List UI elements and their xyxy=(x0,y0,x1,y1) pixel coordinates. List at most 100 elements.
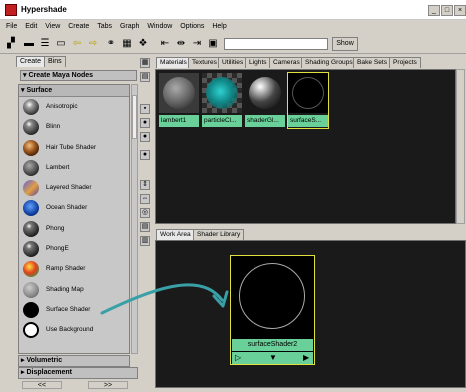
list-item[interactable]: Blinn xyxy=(19,117,129,137)
node-label: Surface Shader xyxy=(46,305,91,313)
list-item[interactable]: Lambert xyxy=(19,158,129,178)
tab-create[interactable]: Create xyxy=(16,56,46,67)
menu-window[interactable]: Window xyxy=(147,21,172,33)
list-item[interactable]: Surface Shader xyxy=(19,300,129,320)
menu-bar: File Edit View Create Tabs Graph Window … xyxy=(0,21,466,33)
material-caption: lambert1 xyxy=(159,115,199,127)
strip-icon[interactable]: ● xyxy=(140,118,150,128)
list-item[interactable]: Ramp Shader xyxy=(19,259,129,279)
tab-cameras[interactable]: Cameras xyxy=(269,57,304,68)
tab-shading-groups[interactable]: Shading Groups xyxy=(301,57,357,68)
layout-split-icon[interactable]: ☰ xyxy=(38,37,52,51)
material-swatch xyxy=(159,73,199,113)
hair-tube-swatch-icon xyxy=(23,139,39,156)
material-tile[interactable]: surfaceS... xyxy=(287,72,329,129)
material-tile[interactable]: lambert1 xyxy=(159,73,199,128)
strip-icon[interactable]: ⇔ xyxy=(140,194,150,204)
expand-icon[interactable]: ▼ xyxy=(269,353,277,363)
shader-glow-sphere-icon xyxy=(249,77,281,109)
menu-options[interactable]: Options xyxy=(180,21,204,33)
strip-icon[interactable]: ⇕ xyxy=(140,180,150,190)
toggle-panels-icon[interactable]: ▞ xyxy=(4,37,18,51)
arrow-left-icon[interactable]: ⇦ xyxy=(70,37,84,51)
menu-edit[interactable]: Edit xyxy=(25,21,37,33)
strip-icon[interactable]: ● xyxy=(140,150,150,160)
graph-icon[interactable]: ⚭ xyxy=(104,37,118,51)
materials-scrollbar[interactable] xyxy=(456,69,465,224)
clear-graph-icon[interactable]: ▣ xyxy=(206,37,220,51)
tab-work-area[interactable]: Work Area xyxy=(156,229,195,240)
tab-utilities[interactable]: Utilities xyxy=(218,57,248,68)
tab-shader-library[interactable]: Shader Library xyxy=(193,229,245,240)
output-port-icon[interactable]: ▶ xyxy=(303,353,309,363)
list-item[interactable]: Anisotropic xyxy=(19,97,129,117)
scroll-back-button[interactable]: << xyxy=(22,381,62,389)
node-list-scrollbar[interactable] xyxy=(131,84,138,354)
app-icon xyxy=(5,4,17,16)
arrow-right-icon[interactable]: ⇨ xyxy=(86,37,100,51)
strip-icon[interactable]: ▥ xyxy=(140,236,150,246)
checker-icon[interactable]: ▦ xyxy=(120,37,134,51)
input-connections-icon[interactable]: ⇤ xyxy=(158,37,172,51)
list-item[interactable]: Ocean Shader xyxy=(19,198,129,218)
anisotropic-swatch-icon xyxy=(23,99,39,115)
menu-graph[interactable]: Graph xyxy=(120,21,139,33)
list-item[interactable]: Use Background xyxy=(19,320,129,340)
list-item[interactable]: PhongE xyxy=(19,239,129,259)
shader-node-caption: surfaceShader2 xyxy=(232,339,313,351)
menu-tabs[interactable]: Tabs xyxy=(97,21,112,33)
materials-panel: lambert1 particleCl... shaderGl... surfa… xyxy=(155,69,456,224)
material-swatch xyxy=(245,73,285,113)
close-button[interactable]: × xyxy=(454,5,466,16)
tab-bake-sets[interactable]: Bake Sets xyxy=(353,57,392,68)
strip-icon[interactable]: ◎ xyxy=(140,208,150,218)
input-port-icon[interactable]: ▷ xyxy=(235,353,241,363)
filter-field[interactable] xyxy=(224,38,328,50)
menu-create[interactable]: Create xyxy=(68,21,89,33)
displacement-label: Displacement xyxy=(26,369,72,376)
tab-bins[interactable]: Bins xyxy=(44,56,66,67)
list-item[interactable]: Hair Tube Shader xyxy=(19,138,129,158)
scrollbar-thumb[interactable] xyxy=(132,95,137,139)
node-list: ▾ Surface Anisotropic Blinn Hair Tube Sh… xyxy=(18,84,130,354)
strip-icon[interactable]: ▦ xyxy=(140,58,150,68)
menu-help[interactable]: Help xyxy=(212,21,226,33)
surface-shader-sphere-icon xyxy=(292,77,324,109)
surface-swatch-icon xyxy=(23,301,39,318)
layout-bottom-icon[interactable]: ▭ xyxy=(54,37,68,51)
title-bar: Hypershade _ □ × xyxy=(0,0,466,20)
in-out-connections-icon[interactable]: ⇹ xyxy=(174,37,188,51)
material-caption: shaderGl... xyxy=(245,115,285,127)
list-item[interactable]: Shading Map xyxy=(19,280,129,300)
list-item[interactable]: Layered Shader xyxy=(19,178,129,198)
material-caption: particleCl... xyxy=(202,115,242,127)
panel-tool-strip: ▦ ▤ ▪ ● ● ● ⇕ ⇔ ◎ ▤ ▥ xyxy=(138,56,154,390)
material-tile[interactable]: shaderGl... xyxy=(245,73,285,128)
tab-lights[interactable]: Lights xyxy=(245,57,271,68)
output-connections-icon[interactable]: ⇥ xyxy=(190,37,204,51)
maximize-button[interactable]: □ xyxy=(441,5,453,16)
strip-icon[interactable]: ▤ xyxy=(140,222,150,232)
strip-icon[interactable]: ▪ xyxy=(140,104,150,114)
list-item[interactable]: Phong xyxy=(19,219,129,239)
tab-materials[interactable]: Materials xyxy=(156,57,191,68)
create-maya-nodes-header[interactable]: ▾ Create Maya Nodes xyxy=(20,70,137,81)
strip-icon[interactable]: ▤ xyxy=(140,72,150,82)
shader-node[interactable]: surfaceShader2 ▷ ▼ ▶ xyxy=(230,255,315,365)
tab-projects[interactable]: Projects xyxy=(389,57,421,68)
material-tile[interactable]: particleCl... xyxy=(202,73,242,128)
displacement-section-header[interactable]: ▸ Displacement xyxy=(18,367,138,379)
surface-section-header[interactable]: ▾ Surface xyxy=(19,85,129,97)
strip-icon[interactable]: ● xyxy=(140,132,150,142)
node-label: Use Background xyxy=(46,326,94,334)
render-icon[interactable]: ❖ xyxy=(136,37,150,51)
show-button[interactable]: Show xyxy=(332,37,358,51)
minimize-button[interactable]: _ xyxy=(428,5,440,16)
scroll-forward-button[interactable]: >> xyxy=(88,381,128,389)
menu-file[interactable]: File xyxy=(6,21,17,33)
material-swatch xyxy=(288,73,328,113)
tab-textures[interactable]: Textures xyxy=(188,57,221,68)
menu-view[interactable]: View xyxy=(45,21,60,33)
layout-top-icon[interactable]: ▬ xyxy=(22,37,36,51)
volumetric-section-header[interactable]: ▸ Volumetric xyxy=(18,355,130,367)
